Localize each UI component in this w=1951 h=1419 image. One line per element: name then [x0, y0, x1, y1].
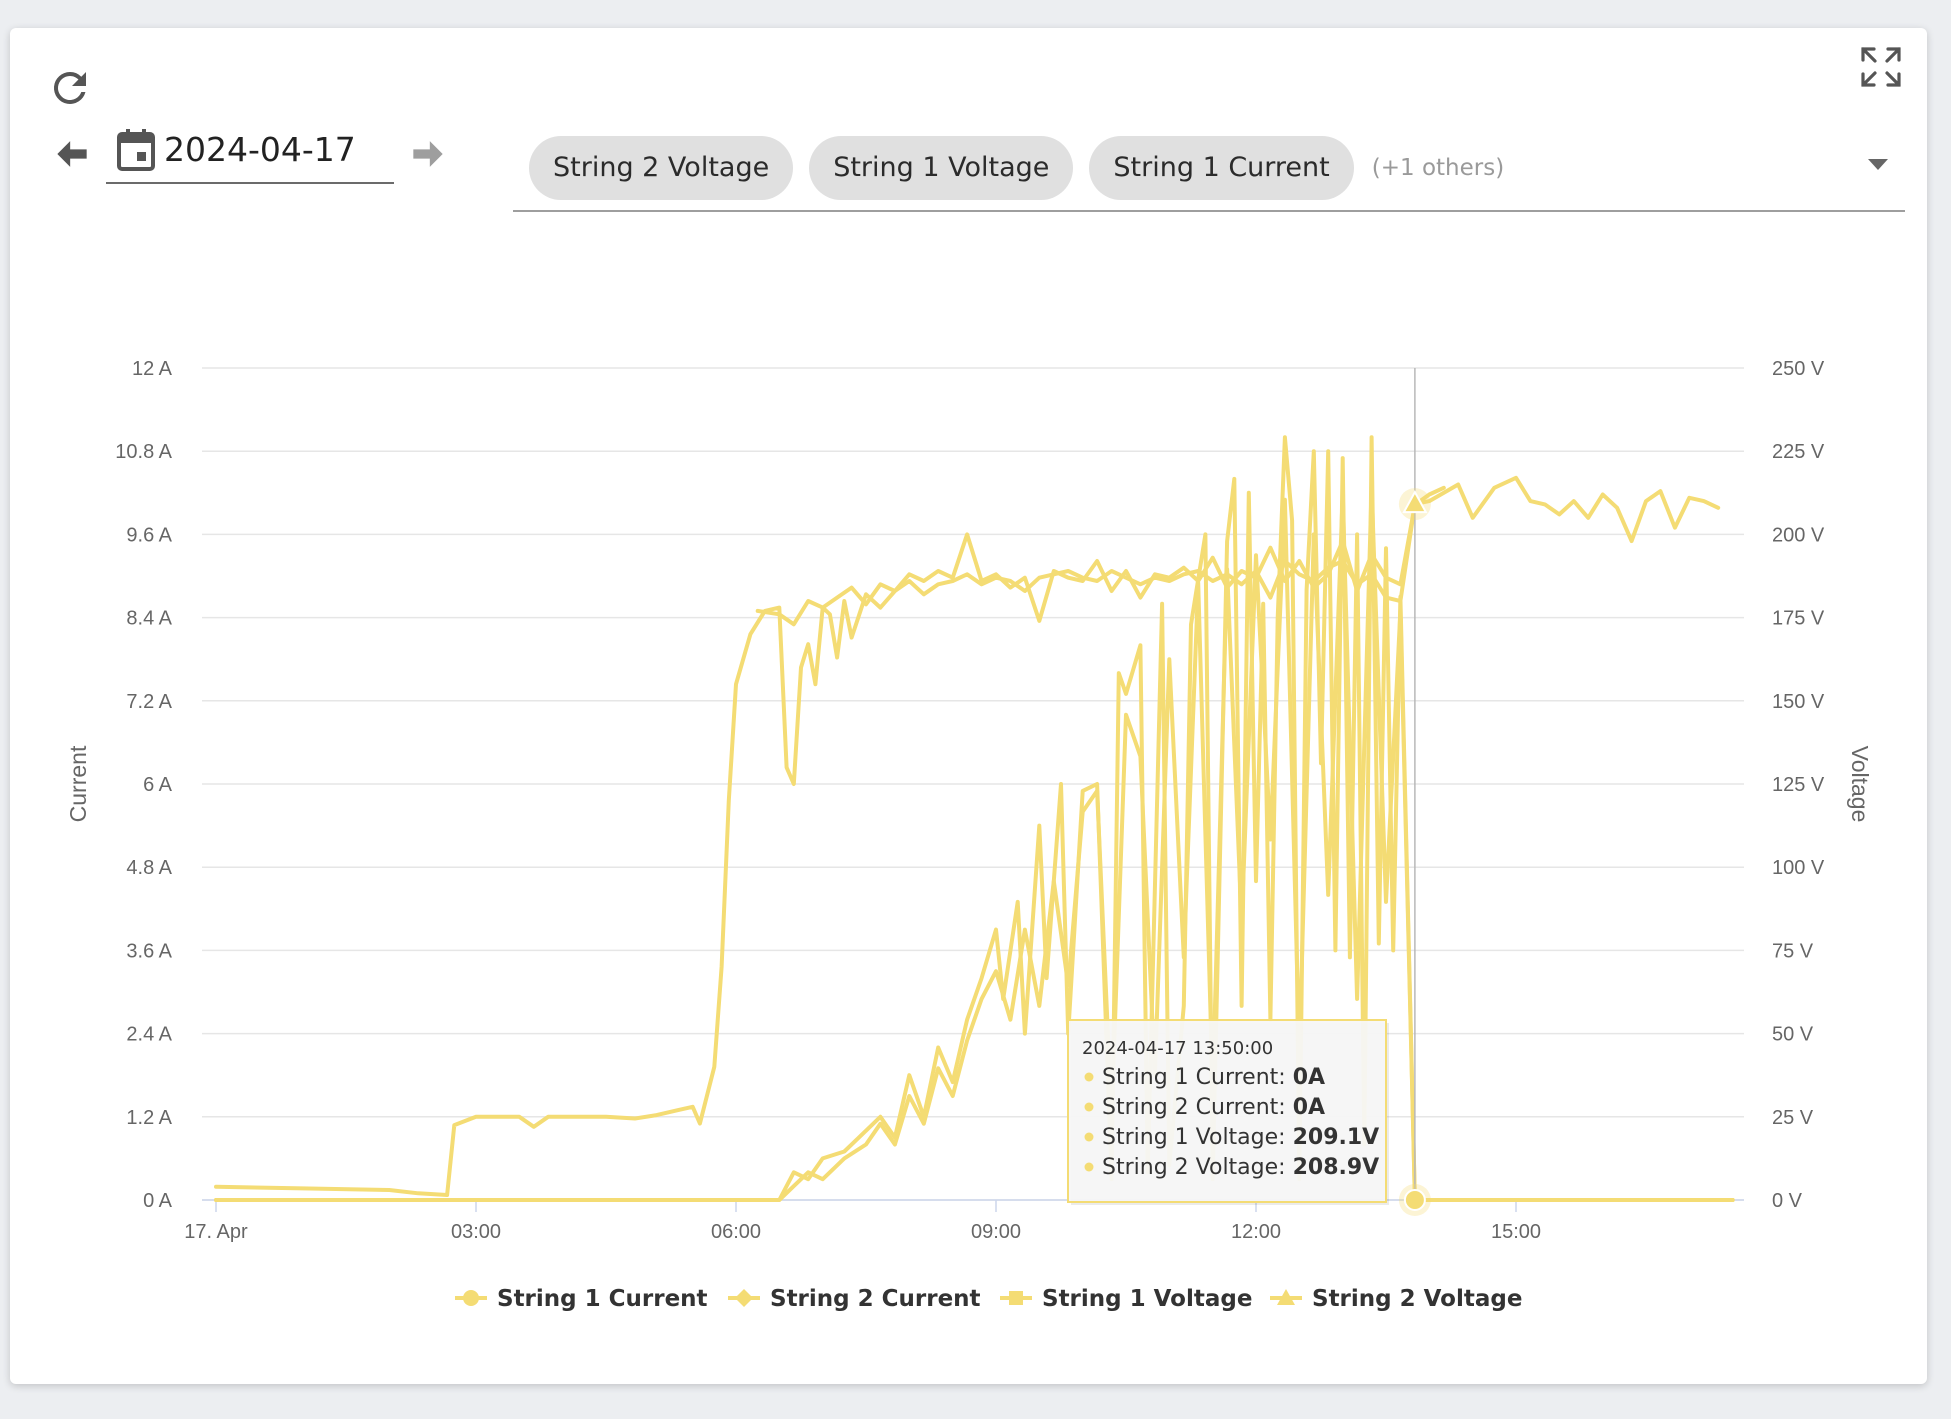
tooltip-row: String 1 Voltage: 209.1V — [1102, 1125, 1379, 1150]
tooltip-row-value: 0A — [1293, 1065, 1325, 1090]
y-right-tick-label: 200 V — [1772, 524, 1825, 546]
y-right-tick-label: 25 V — [1772, 1107, 1814, 1129]
legend-marker-diamond — [735, 1289, 753, 1307]
y-right-tick-label: 150 V — [1772, 691, 1825, 713]
y-right-tick-label: 225 V — [1772, 441, 1825, 463]
y-right-tick-label: 100 V — [1772, 857, 1825, 879]
tooltip-row-label: String 1 Voltage: — [1102, 1125, 1293, 1150]
y-left-tick-label: 9.6 A — [126, 524, 172, 546]
line-chart: 0 A 0 V 1.2 A 25 V 2.4 A 50 V 3.6 A 75 V 4.8 A 10… — [65, 358, 1873, 1312]
y-left-tick-label: 2.4 A — [126, 1024, 172, 1046]
legend-label: String 2 Voltage — [1312, 1286, 1522, 1312]
tooltip-row-value: 209.1V — [1293, 1125, 1380, 1150]
tooltip-row-label: String 1 Current: — [1102, 1065, 1293, 1090]
x-tick-label: 03:00 — [451, 1221, 501, 1243]
x-tick-label: 09:00 — [971, 1221, 1021, 1243]
legend-marker-circle — [463, 1290, 479, 1306]
tooltip-bullet — [1084, 1072, 1094, 1082]
tooltip-row: String 2 Current: 0A — [1102, 1095, 1325, 1120]
chart-card: 2024-04-17 String 2 Voltage String 1 Vol… — [10, 28, 1927, 1384]
tooltip-row-value: 208.9V — [1293, 1155, 1380, 1180]
legend-label: String 1 Current — [497, 1286, 708, 1312]
legend-item-string-1-current[interactable]: String 1 Current — [455, 1286, 708, 1312]
y-left-tick-label: 10.8 A — [115, 441, 172, 463]
y-left-tick-label: 1.2 A — [126, 1107, 172, 1129]
y-left-axis-title: Current — [65, 745, 91, 822]
tooltip-row: String 2 Voltage: 208.9V — [1102, 1155, 1379, 1180]
y-left-tick-label: 4.8 A — [126, 857, 172, 879]
y-right-tick-label: 250 V — [1772, 358, 1825, 380]
y-right-tick-label: 175 V — [1772, 608, 1825, 630]
y-right-tick-label: 50 V — [1772, 1024, 1814, 1046]
y-right-tick-label: 125 V — [1772, 774, 1825, 796]
tooltip-row: String 1 Current: 0A — [1102, 1065, 1325, 1090]
tooltip-bullet — [1084, 1162, 1094, 1172]
tooltip-timestamp: 2024-04-17 13:50:00 — [1082, 1038, 1273, 1059]
tooltip-bullet — [1084, 1102, 1094, 1112]
hover-marker-string-1-current — [1403, 1189, 1426, 1211]
legend-marker-square — [1009, 1291, 1023, 1305]
y-left-tick-label: 12 A — [132, 358, 173, 380]
legend-label: String 1 Voltage — [1042, 1286, 1252, 1312]
legend-item-string-2-current[interactable]: String 2 Current — [728, 1286, 981, 1312]
series-line-string-2-current — [214, 483, 1735, 1202]
y-left-tick-label: 3.6 A — [126, 940, 172, 962]
y-left-tick-label: 7.2 A — [126, 691, 172, 713]
y-left-tick-label: 0 A — [143, 1190, 173, 1212]
y-right-tick-label: 0 V — [1772, 1190, 1803, 1212]
legend-label: String 2 Current — [770, 1286, 981, 1312]
legend-item-string-1-voltage[interactable]: String 1 Voltage — [1000, 1286, 1252, 1312]
x-tick-label: 17. Apr — [184, 1221, 248, 1243]
y-right-tick-label: 75 V — [1772, 940, 1814, 962]
x-tick-label: 06:00 — [711, 1221, 761, 1243]
tooltip-row-label: String 2 Current: — [1102, 1095, 1293, 1120]
y-left-tick-label: 8.4 A — [126, 608, 172, 630]
x-tick-label: 12:00 — [1231, 1221, 1281, 1243]
tooltip-row-value: 0A — [1293, 1095, 1325, 1120]
y-left-tick-label: 6 A — [143, 774, 173, 796]
x-tick-label: 15:00 — [1491, 1221, 1541, 1243]
tooltip-bullet — [1084, 1132, 1094, 1142]
tooltip-row-label: String 2 Voltage: — [1102, 1155, 1293, 1180]
legend-item-string-2-voltage[interactable]: String 2 Voltage — [1270, 1286, 1522, 1312]
series-line-string-1-voltage — [214, 475, 1721, 1197]
y-right-axis-title: Voltage — [1847, 746, 1873, 823]
